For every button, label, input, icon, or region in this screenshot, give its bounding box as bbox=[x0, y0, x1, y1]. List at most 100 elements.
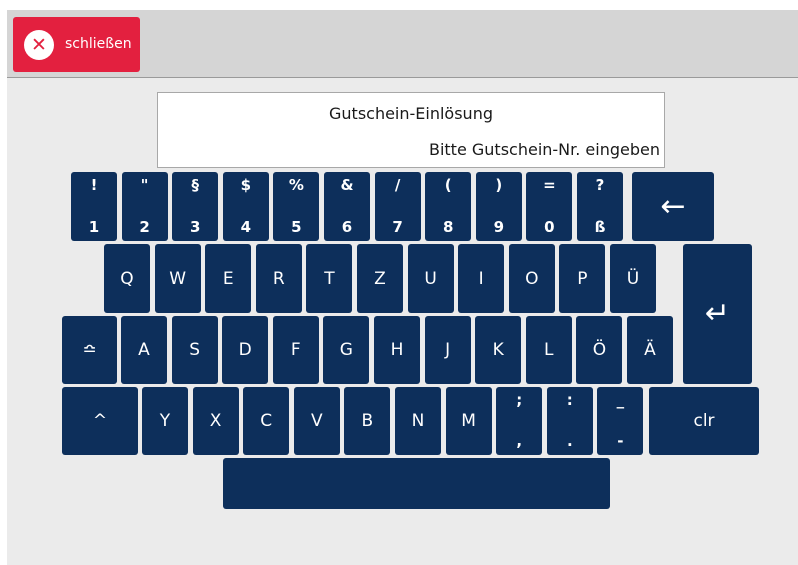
key-ü[interactable]: Ü bbox=[610, 244, 656, 313]
key-label: E bbox=[222, 268, 234, 289]
key-p[interactable]: P bbox=[559, 244, 606, 313]
key-0[interactable]: = 0 bbox=[526, 172, 573, 241]
close-button[interactable]: ✕ schließen bbox=[13, 17, 140, 72]
top-toolbar: ✕ schließen bbox=[7, 10, 798, 78]
key-n[interactable]: N bbox=[395, 387, 441, 455]
key-label: I bbox=[478, 268, 484, 289]
key-label: N bbox=[411, 411, 425, 431]
key-symbol-label: § bbox=[191, 176, 199, 194]
key-k[interactable]: K bbox=[475, 316, 522, 384]
key-lower-label: - bbox=[617, 432, 624, 450]
caps-lock-key[interactable]: ≏ bbox=[62, 316, 117, 384]
key-upper-label: _ bbox=[616, 391, 625, 409]
key-digit-label: 2 bbox=[139, 218, 150, 236]
key-h[interactable]: H bbox=[374, 316, 420, 384]
key-label: U bbox=[424, 268, 437, 289]
key-3[interactable]: § 3 bbox=[172, 172, 219, 241]
key-j[interactable]: J bbox=[424, 316, 471, 384]
shift-caret-icon: ^ bbox=[92, 411, 108, 431]
key-label: S bbox=[189, 340, 200, 360]
key-r[interactable]: R bbox=[255, 244, 302, 313]
key-label: J bbox=[445, 340, 451, 360]
key-l[interactable]: L bbox=[525, 316, 572, 384]
key-symbol-label: ) bbox=[495, 176, 503, 194]
display-title: Gutschein-Einlösung bbox=[329, 104, 493, 123]
key-ä[interactable]: Ä bbox=[627, 316, 673, 384]
key-9[interactable]: ) 9 bbox=[475, 172, 522, 241]
close-circle-icon: ✕ bbox=[24, 30, 54, 60]
key-symbol-label: $ bbox=[240, 176, 252, 194]
key-5[interactable]: % 5 bbox=[273, 172, 320, 241]
key-digit-label: 0 bbox=[544, 218, 555, 236]
key-8[interactable]: (8 bbox=[425, 172, 472, 241]
key-7[interactable]: /7 bbox=[374, 172, 421, 241]
key-m[interactable]: M bbox=[445, 387, 492, 455]
key-i[interactable]: I bbox=[458, 244, 505, 313]
key-6[interactable]: & 6 bbox=[324, 172, 370, 241]
key-symbol-label: & bbox=[340, 176, 354, 194]
key-4[interactable]: $4 bbox=[222, 172, 269, 241]
key-digit-label: 3 bbox=[189, 218, 201, 236]
key-label: K bbox=[492, 340, 504, 360]
key-d[interactable]: D bbox=[222, 316, 269, 384]
key-s[interactable]: S bbox=[171, 316, 218, 384]
key-1[interactable]: ! 1 bbox=[71, 172, 117, 241]
key-label: G bbox=[339, 340, 353, 360]
shift-key[interactable]: ^ bbox=[62, 387, 138, 455]
key-label: Ä bbox=[644, 340, 656, 360]
key-digit-label: ß bbox=[594, 218, 606, 236]
key-label: T bbox=[324, 268, 335, 289]
key-label: O bbox=[525, 268, 539, 289]
space-bar[interactable] bbox=[223, 458, 610, 509]
input-display: Gutschein-Einlösung Bitte Gutschein-Nr. … bbox=[157, 92, 665, 168]
display-prompt: Bitte Gutschein-Nr. eingeben bbox=[428, 140, 660, 159]
key-label: C bbox=[260, 411, 273, 431]
backspace-key[interactable]: ← bbox=[632, 172, 714, 241]
key-label: Ö bbox=[592, 340, 607, 360]
key-x[interactable]: X bbox=[192, 387, 239, 455]
key-label: A bbox=[138, 340, 150, 360]
key-label: Z bbox=[374, 268, 386, 289]
backspace-arrow-icon: ← bbox=[660, 188, 686, 224]
key-u[interactable]: U bbox=[407, 244, 454, 313]
key-label: V bbox=[310, 411, 323, 431]
key-q[interactable]: Q bbox=[104, 244, 150, 313]
key-label: H bbox=[390, 340, 404, 360]
key-2[interactable]: " 2 bbox=[121, 172, 168, 241]
key-symbol-label: ( bbox=[444, 176, 452, 194]
clear-key-label: clr bbox=[693, 411, 715, 431]
keyboard-screen: ✕ schließen Gutschein-Einlösung Bitte Gu… bbox=[7, 10, 798, 565]
key-ß[interactable]: ? ß bbox=[577, 172, 623, 241]
key-lower-label: , bbox=[516, 432, 523, 450]
key-digit-label: 5 bbox=[291, 218, 302, 236]
key-label: X bbox=[209, 411, 222, 431]
key-symbol-label: / bbox=[394, 176, 401, 194]
key-ö[interactable]: Ö bbox=[576, 316, 623, 384]
enter-key[interactable]: ↵ bbox=[683, 244, 752, 384]
key-digit-label: 1 bbox=[88, 218, 100, 236]
key-symbol-label: " bbox=[140, 176, 149, 194]
key-label: W bbox=[169, 268, 186, 289]
key-e[interactable]: E bbox=[205, 244, 252, 313]
key-t[interactable]: T bbox=[306, 244, 353, 313]
key-label: F bbox=[290, 340, 301, 360]
key-label: Ü bbox=[626, 268, 640, 289]
key-symbol-label: % bbox=[288, 176, 304, 194]
key-f[interactable]: F bbox=[272, 316, 319, 384]
key-z[interactable]: Z bbox=[357, 244, 403, 313]
key-punctuation[interactable]: ;, bbox=[496, 387, 543, 455]
key-g[interactable]: G bbox=[323, 316, 370, 384]
key-digit-label: 6 bbox=[341, 218, 353, 236]
key-punctuation[interactable]: :. bbox=[546, 387, 593, 455]
key-c[interactable]: C bbox=[243, 387, 290, 455]
key-w[interactable]: W bbox=[154, 244, 201, 313]
key-b[interactable]: B bbox=[344, 387, 391, 455]
key-y[interactable]: Y bbox=[142, 387, 188, 455]
enter-arrow-icon: ↵ bbox=[704, 296, 731, 331]
clear-key[interactable]: clr bbox=[649, 387, 759, 455]
key-label: Q bbox=[120, 268, 134, 289]
key-a[interactable]: A bbox=[121, 316, 167, 384]
key-v[interactable]: V bbox=[293, 387, 340, 455]
key-punctuation[interactable]: _ - bbox=[597, 387, 644, 455]
key-o[interactable]: O bbox=[508, 244, 555, 313]
